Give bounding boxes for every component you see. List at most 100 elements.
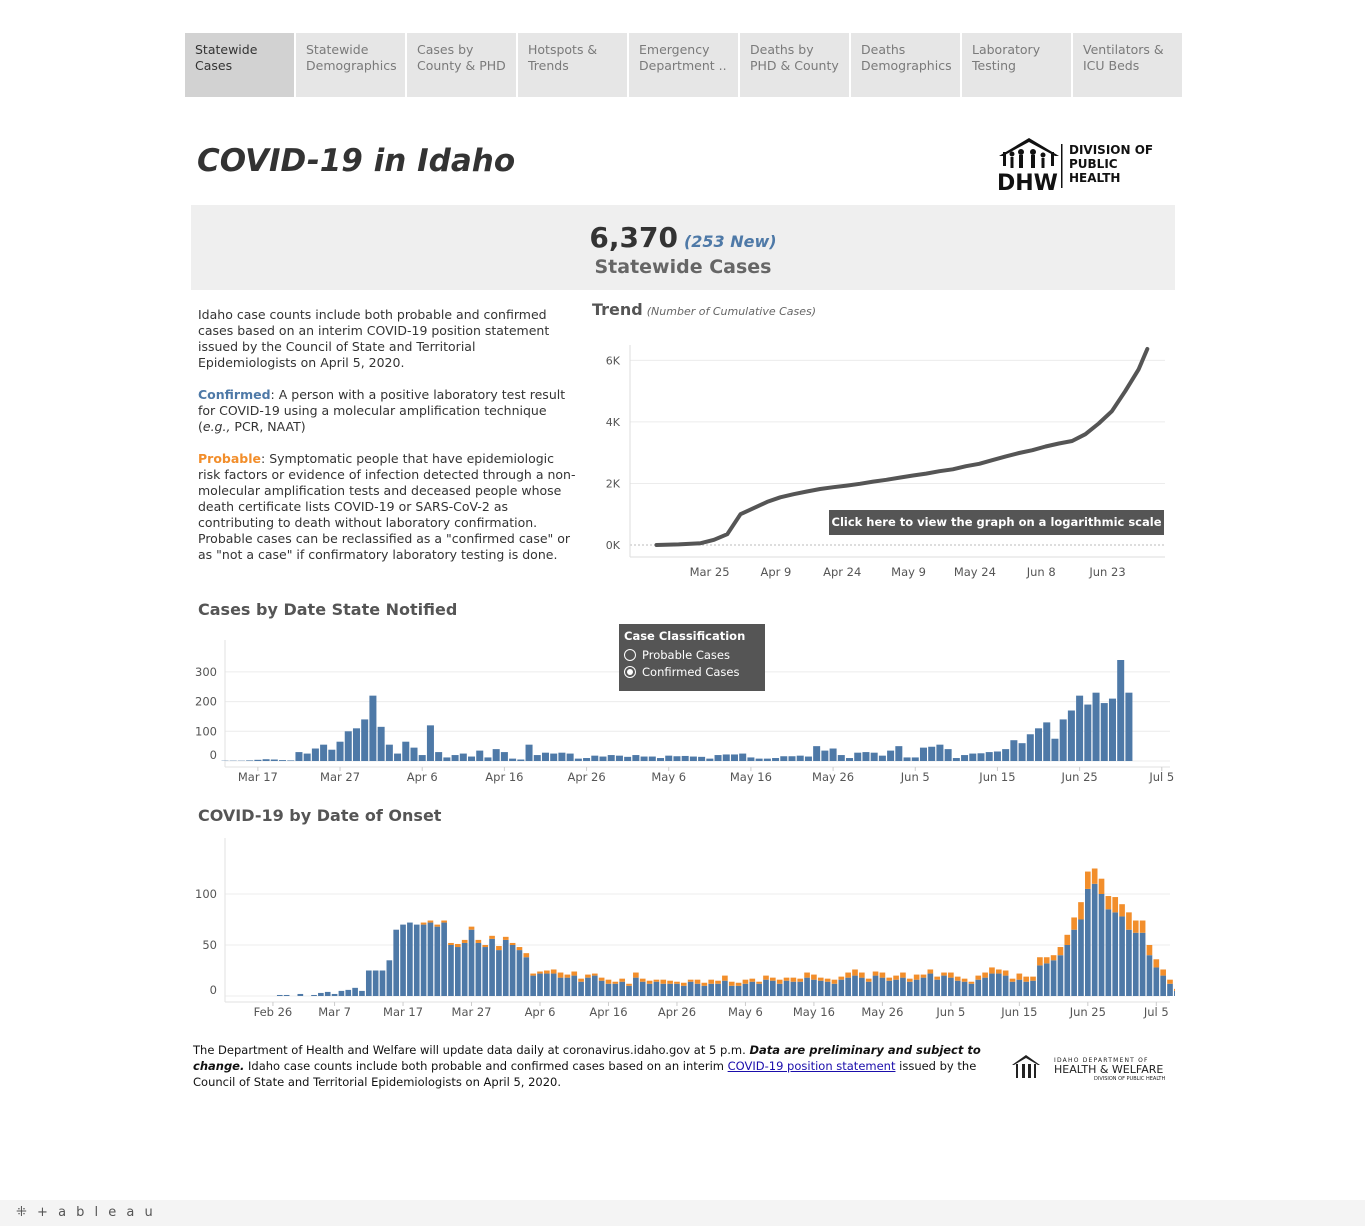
bar-probable: [1037, 957, 1043, 966]
tab-7[interactable]: Laboratory Testing: [962, 33, 1071, 97]
bar-probable: [633, 972, 639, 978]
bar-x-tick: Apr 6: [407, 770, 438, 784]
bar-probable: [1146, 945, 1153, 956]
bar-probable: [557, 972, 564, 978]
tab-4[interactable]: Emergency Department ..: [629, 33, 738, 97]
bar-probable: [708, 979, 715, 984]
bar-probable: [1085, 871, 1091, 889]
bar-probable: [920, 974, 927, 978]
bar-confirmed: [770, 980, 776, 996]
radio-confirmed[interactable]: [624, 665, 636, 678]
bar-confirmed: [324, 991, 331, 996]
onset-chart[interactable]: 0 50 100 Feb 26 Mar 7 Mar 17 Mar 27 Apr 6 Apr 16…: [190, 838, 1175, 1028]
bar-probable: [831, 979, 838, 984]
bar-confirmed: [311, 748, 319, 761]
bar-confirmed: [906, 981, 913, 996]
bar-confirmed: [435, 752, 443, 761]
bar-confirmed: [1051, 738, 1059, 761]
bar-confirmed: [680, 985, 687, 996]
case-definitions: Idaho case counts include both probable …: [198, 307, 578, 579]
bar-confirmed: [320, 744, 328, 761]
dhw-logo: DHW DIVISION OF PUBLIC HEALTH: [995, 134, 1155, 196]
tab-3[interactable]: Hotspots & Trends: [518, 33, 627, 97]
tab-0[interactable]: Statewide Cases: [185, 33, 294, 97]
bar-confirmed: [550, 973, 557, 996]
bar-confirmed: [607, 755, 615, 761]
bar-probable: [1043, 957, 1050, 964]
bar-confirmed: [985, 752, 993, 761]
bar-probable: [482, 945, 489, 948]
legend-option-confirmed[interactable]: Confirmed Cases: [624, 663, 760, 680]
bar-probable: [598, 977, 605, 981]
bar-confirmed: [646, 983, 653, 996]
bar-confirmed: [537, 973, 543, 996]
bar-confirmed: [352, 728, 360, 761]
bar-confirmed: [443, 757, 451, 761]
bar-confirmed: [797, 981, 804, 996]
tableau-mark-icon: ⁜: [16, 1205, 30, 1220]
tableau-logo[interactable]: ⁜ + a b l e a u: [16, 1205, 156, 1220]
bar-probable: [612, 981, 619, 984]
radio-probable[interactable]: [624, 648, 636, 661]
bar-probable: [660, 979, 667, 984]
tab-1[interactable]: Statewide Demographics: [296, 33, 405, 97]
bar-confirmed: [913, 979, 920, 996]
tab-6[interactable]: Deaths Demographics: [851, 33, 960, 97]
bar-probable: [537, 971, 543, 974]
tab-8[interactable]: Ventilators & ICU Beds: [1073, 33, 1182, 97]
position-statement-link[interactable]: COVID-19 position statement: [728, 1059, 896, 1073]
bar-confirmed: [1078, 919, 1084, 996]
bar-confirmed: [624, 756, 632, 761]
bar-confirmed: [846, 758, 854, 761]
bar-confirmed: [361, 719, 369, 761]
bar-confirmed: [369, 695, 377, 761]
bar-confirmed: [648, 756, 656, 761]
bar-confirmed: [886, 980, 893, 996]
bar-probable: [585, 974, 591, 978]
bar-confirmed: [927, 973, 934, 996]
log-scale-button[interactable]: Click here to view the graph on a logari…: [829, 510, 1164, 535]
trend-chart[interactable]: 0K 2K 4K 6K Mar 25 Apr 9 Apr 24 May 9 May 24 Jun …: [590, 330, 1170, 590]
bar-confirmed: [632, 755, 640, 761]
bar-confirmed: [476, 750, 484, 761]
bar-confirmed: [772, 758, 780, 761]
bar-confirmed: [1108, 698, 1116, 761]
bar-confirmed: [838, 979, 845, 996]
bar-probable: [475, 939, 482, 943]
bar-confirmed: [722, 754, 730, 761]
bar-confirmed: [544, 973, 550, 996]
bar-confirmed: [1026, 734, 1034, 761]
bar-probable: [694, 979, 701, 984]
bar-confirmed: [605, 983, 612, 996]
bar-confirmed: [344, 731, 352, 761]
bar-confirmed: [975, 979, 982, 996]
bar-probable: [811, 974, 817, 980]
bar-confirmed: [783, 980, 790, 996]
bar-confirmed: [961, 981, 968, 996]
bar-confirmed: [674, 983, 680, 996]
new-cases: (253 New): [683, 232, 777, 251]
bar-confirmed: [1030, 980, 1036, 996]
bar-probable: [927, 969, 934, 974]
bar-confirmed: [837, 755, 845, 761]
tab-2[interactable]: Cases by County & PHD: [407, 33, 516, 97]
bar-x-tick: Apr 26: [567, 770, 605, 784]
bar-probable: [776, 979, 783, 984]
bar-confirmed: [747, 757, 755, 761]
bar-confirmed: [311, 994, 317, 996]
summary-banner: 6,370 (253 New) Statewide Cases: [191, 205, 1175, 290]
bar-probable: [865, 978, 872, 982]
bar-confirmed: [578, 981, 584, 996]
bar-probable: [427, 920, 434, 923]
trend-x-tick: Apr 24: [823, 565, 861, 579]
svg-text:DIVISION OF PUBLIC HEALTH: DIVISION OF PUBLIC HEALTH: [1094, 1076, 1165, 1082]
bar-confirmed: [1009, 981, 1016, 996]
bar-confirmed: [790, 981, 797, 996]
bar-confirmed: [468, 756, 476, 761]
bar-probable: [1119, 904, 1125, 917]
bar-confirmed: [749, 981, 756, 996]
bar-probable: [913, 974, 920, 980]
legend-option-probable[interactable]: Probable Cases: [624, 646, 760, 663]
tab-5[interactable]: Deaths by PHD & County: [740, 33, 849, 97]
bar-confirmed: [352, 987, 358, 996]
